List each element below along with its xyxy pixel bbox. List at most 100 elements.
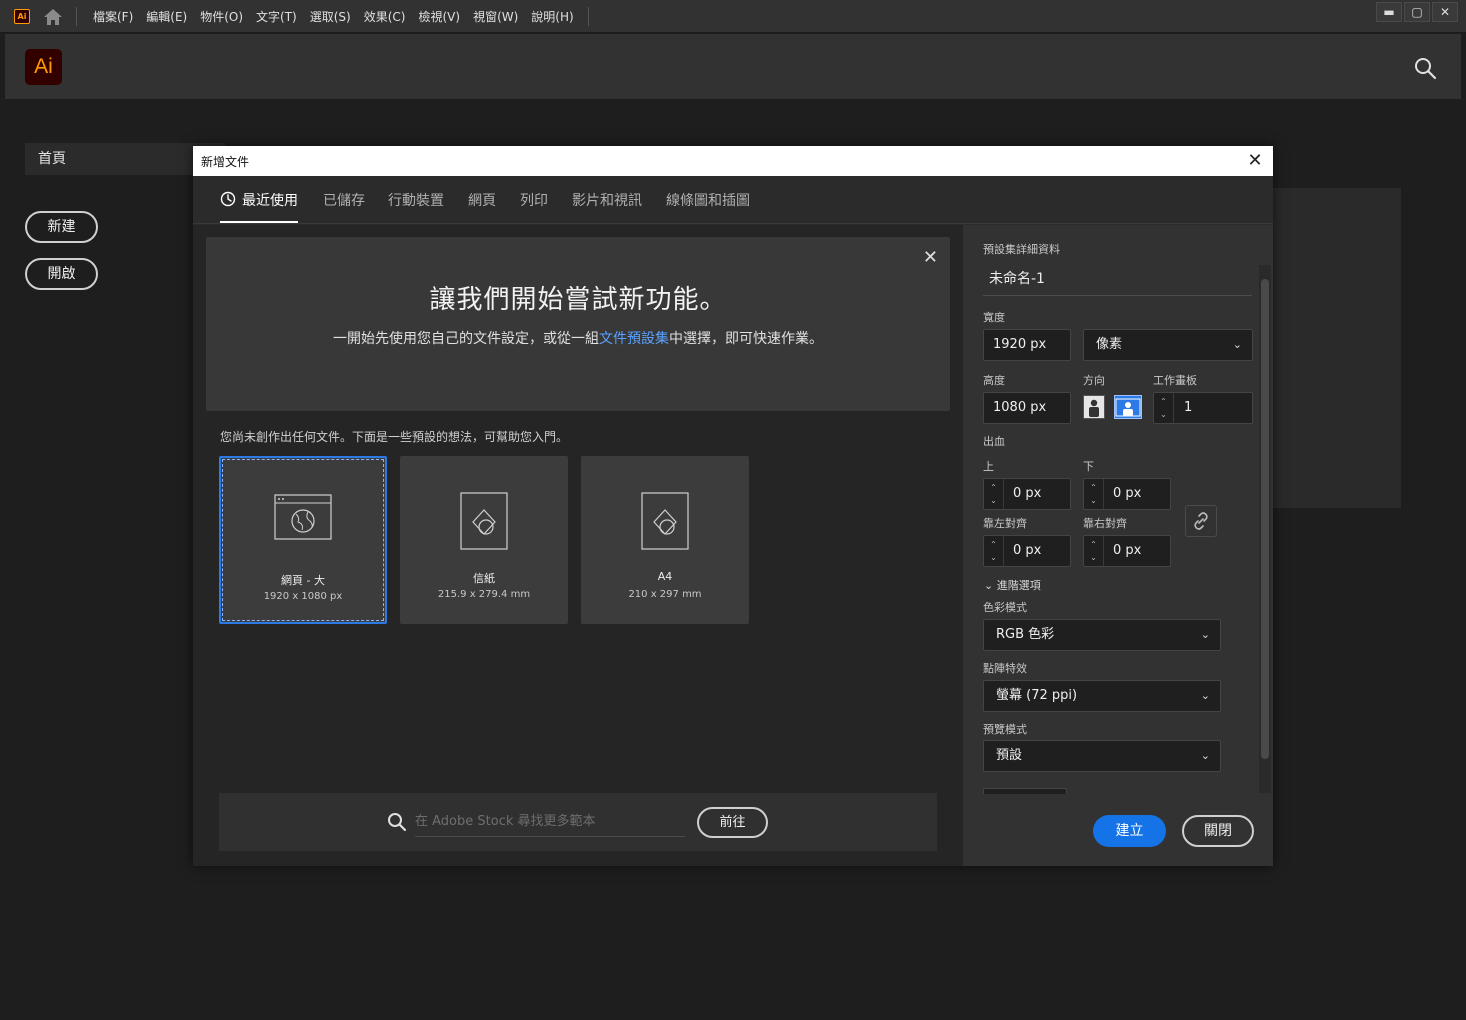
preset-link[interactable]: 文件預設集 xyxy=(599,331,669,347)
width-field[interactable]: 1920 px xyxy=(983,329,1071,361)
stepper-arrows-icon[interactable]: ⌃ ⌄ xyxy=(1154,393,1174,423)
height-label: 高度 xyxy=(983,374,1005,387)
search-icon[interactable] xyxy=(1413,56,1437,80)
bleed-top-value: 0 px xyxy=(1013,486,1042,501)
preset-size: 1920 x 1080 px xyxy=(263,591,343,602)
stock-search-input[interactable] xyxy=(415,807,685,837)
bleed-bottom-value: 0 px xyxy=(1113,486,1142,501)
minimize-button[interactable]: ▬ xyxy=(1376,2,1402,22)
details-scrollbar[interactable] xyxy=(1259,265,1271,793)
background-panel xyxy=(1272,188,1401,508)
stepper-arrows-icon[interactable]: ⌃ ⌄ xyxy=(984,479,1004,509)
new-button[interactable]: 新建 xyxy=(25,211,98,243)
preview-mode-select[interactable]: 預設 ⌄ xyxy=(983,740,1221,772)
adobe-stock-search-bar: 前往 xyxy=(219,793,937,851)
bleed-top-label: 上 xyxy=(983,460,994,473)
tab-art-illustration[interactable]: 線條圖和插圖 xyxy=(666,190,750,210)
home-icon[interactable] xyxy=(42,7,64,27)
preset-size: 215.9 x 279.4 mm xyxy=(437,589,531,600)
presets-pane: ✕ 讓我們開始嘗試新功能。 一開始先使用您自己的文件設定，或從一組文件預設集中選… xyxy=(193,225,963,866)
menu-window[interactable]: 視窗(W) xyxy=(473,8,518,25)
dialog-title: 新增文件 xyxy=(201,155,250,169)
promo-close-button[interactable]: ✕ xyxy=(923,247,938,268)
color-mode-label: 色彩模式 xyxy=(983,601,1027,614)
link-bleed-button[interactable] xyxy=(1185,505,1217,537)
new-document-dialog: 新增文件 ✕ 最近使用 已儲存 行動裝置 網頁 列印 影片和視訊 線條圖和插圖 … xyxy=(193,146,1273,866)
promo-text: 一開始先使用您自己的文件設定，或從一組文件預設集中選擇，即可快速作業。 xyxy=(302,327,854,351)
bleed-right-value: 0 px xyxy=(1113,543,1142,558)
document-name-field[interactable]: 未命名-1 xyxy=(983,262,1252,296)
bleed-right-label: 靠右對齊 xyxy=(1083,517,1127,530)
chevron-down-icon: ⌄ xyxy=(1200,749,1210,762)
preset-category-tabs: 最近使用 已儲存 行動裝置 網頁 列印 影片和視訊 線條圖和插圖 xyxy=(193,176,1273,224)
landscape-orientation-button[interactable] xyxy=(1114,395,1142,419)
open-button[interactable]: 開啟 xyxy=(25,258,98,290)
chevron-down-icon: ⌄ xyxy=(1200,628,1210,641)
bleed-top-stepper[interactable]: ⌃ ⌄ 0 px xyxy=(983,478,1071,510)
menu-object[interactable]: 物件(O) xyxy=(200,8,243,25)
menu-file[interactable]: 檔案(F) xyxy=(93,8,133,25)
stepper-arrows-icon[interactable]: ⌃ ⌄ xyxy=(984,536,1004,566)
menu-effect[interactable]: 效果(C) xyxy=(364,8,406,25)
scrollbar-thumb[interactable] xyxy=(1261,279,1269,759)
promo-text-before: 一開始先使用您自己的文件設定，或從一組 xyxy=(333,331,599,347)
bleed-bottom-stepper[interactable]: ⌃ ⌄ 0 px xyxy=(1083,478,1171,510)
close-window-button[interactable]: ✕ xyxy=(1432,2,1458,22)
preset-name: 信紙 xyxy=(473,572,495,585)
menu-separator xyxy=(588,7,589,26)
artboards-label: 工作畫板 xyxy=(1153,374,1197,387)
chevron-down-icon: ⌄ xyxy=(1232,338,1242,351)
preview-mode-label: 預覽模式 xyxy=(983,723,1027,736)
go-button[interactable]: 前往 xyxy=(697,807,768,838)
menu-help[interactable]: 說明(H) xyxy=(531,8,573,25)
create-button[interactable]: 建立 xyxy=(1093,815,1166,847)
bleed-bottom-label: 下 xyxy=(1083,460,1094,473)
clipped-field xyxy=(983,788,1067,794)
advanced-options-toggle[interactable]: ⌄ 進階選項 xyxy=(984,577,1041,593)
menu-bar: Ai 檔案(F) 編輯(E) 物件(O) 文字(T) 選取(S) 效果(C) 檢… xyxy=(0,0,1466,33)
illustrator-app-icon: Ai xyxy=(14,9,30,24)
tab-print[interactable]: 列印 xyxy=(520,190,548,210)
bleed-left-label: 靠左對齊 xyxy=(983,517,1027,530)
dialog-close-button[interactable]: ✕ xyxy=(1245,151,1265,171)
promo-text-after: 中選擇，即可快速作業。 xyxy=(669,331,823,347)
window-controls: ▬ ▢ ✕ xyxy=(1376,2,1458,22)
promo-banner: ✕ 讓我們開始嘗試新功能。 一開始先使用您自己的文件設定，或從一組文件預設集中選… xyxy=(206,237,950,411)
maximize-button[interactable]: ▢ xyxy=(1404,2,1430,22)
search-icon xyxy=(388,813,407,832)
tab-recent[interactable]: 最近使用 xyxy=(242,190,298,210)
tab-mobile[interactable]: 行動裝置 xyxy=(388,190,444,210)
close-button[interactable]: 關閉 xyxy=(1182,815,1254,847)
document-shapes-icon xyxy=(641,492,689,550)
tab-film-video[interactable]: 影片和視訊 xyxy=(572,190,642,210)
preview-mode-value: 預設 xyxy=(996,748,1023,763)
menu-type[interactable]: 文字(T) xyxy=(256,8,297,25)
preset-card-a4[interactable]: A4 210 x 297 mm xyxy=(581,456,749,624)
tab-web[interactable]: 網頁 xyxy=(468,190,496,210)
bleed-left-stepper[interactable]: ⌃ ⌄ 0 px xyxy=(983,535,1071,567)
preset-card-letter[interactable]: 信紙 215.9 x 279.4 mm xyxy=(400,456,568,624)
portrait-orientation-button[interactable] xyxy=(1083,395,1105,419)
artboards-stepper[interactable]: ⌃ ⌄ 1 xyxy=(1153,392,1253,424)
unit-select[interactable]: 像素 ⌄ xyxy=(1083,329,1253,361)
menu-select[interactable]: 選取(S) xyxy=(310,8,351,25)
color-mode-select[interactable]: RGB 色彩 ⌄ xyxy=(983,619,1221,651)
preset-card-web-large[interactable]: 網頁 - 大 1920 x 1080 px xyxy=(219,456,387,624)
stepper-arrows-icon[interactable]: ⌃ ⌄ xyxy=(1084,479,1104,509)
height-field[interactable]: 1080 px xyxy=(983,392,1071,424)
illustrator-logo: Ai xyxy=(25,49,62,85)
menu-edit[interactable]: 編輯(E) xyxy=(146,8,187,25)
menu-view[interactable]: 檢視(V) xyxy=(418,8,460,25)
preset-name: 網頁 - 大 xyxy=(281,574,325,587)
menu: 檔案(F) 編輯(E) 物件(O) 文字(T) 選取(S) 效果(C) 檢視(V… xyxy=(93,0,587,33)
tab-saved[interactable]: 已儲存 xyxy=(323,190,365,210)
raster-effects-select[interactable]: 螢幕 (72 ppi) ⌄ xyxy=(983,680,1221,712)
document-shapes-icon xyxy=(460,492,508,550)
no-documents-hint: 您尚未創作出任何文件。下面是一些預設的想法，可幫助您入門。 xyxy=(220,430,569,444)
bleed-right-stepper[interactable]: ⌃ ⌄ 0 px xyxy=(1083,535,1171,567)
stepper-arrows-icon[interactable]: ⌃ ⌄ xyxy=(1084,536,1104,566)
preset-name: A4 xyxy=(657,570,673,583)
preset-size: 210 x 297 mm xyxy=(628,589,702,600)
dialog-titlebar: 新增文件 ✕ xyxy=(193,146,1273,176)
menu-separator xyxy=(76,7,77,26)
